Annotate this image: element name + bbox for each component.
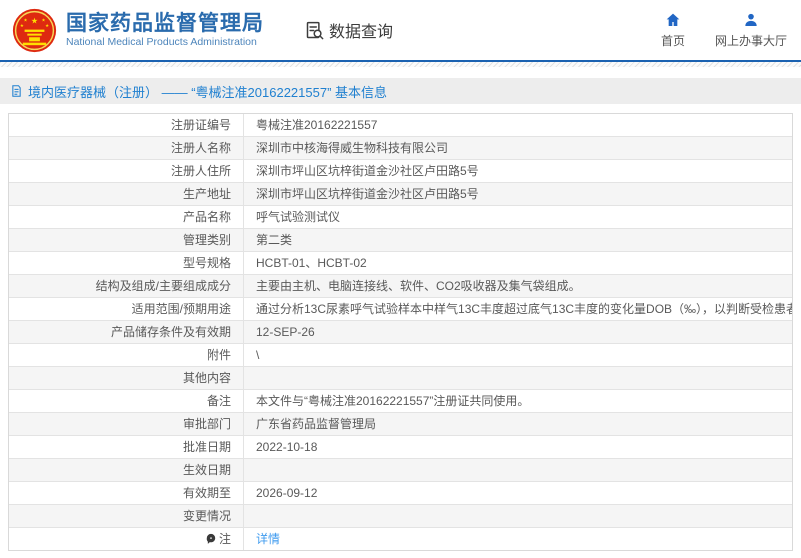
svg-text:★: ★ — [45, 22, 49, 27]
row-label: 注册人名称 — [9, 137, 244, 159]
row-label: 批准日期 — [9, 436, 244, 458]
row-value: 12-SEP-26 — [256, 325, 315, 339]
table-row: 附件 \ — [9, 343, 792, 366]
row-value: 2026-09-12 — [256, 486, 318, 500]
table-row: 适用范围/预期用途 通过分析13C尿素呼气试验样本中样气13C丰度超过底气13C丰… — [9, 297, 792, 320]
table-row: 产品名称 呼气试验测试仪 — [9, 205, 792, 228]
row-label: 适用范围/预期用途 — [9, 298, 244, 320]
table-row: 注册证编号 粤械注准20162221557 — [9, 114, 792, 136]
svg-text:★: ★ — [41, 17, 45, 22]
row-label: 产品储存条件及有效期 — [9, 321, 244, 343]
site-subtitle: National Medical Products Administration — [66, 36, 257, 48]
row-value: HCBT-01、HCBT-02 — [256, 256, 367, 270]
row-value: 呼气试验测试仪 — [256, 210, 341, 224]
row-label: 审批部门 — [9, 413, 244, 435]
row-value — [244, 367, 792, 389]
row-label: 有效期至 — [9, 482, 244, 504]
table-row: 结构及组成/主要组成成分 主要由主机、电脑连接线、软件、CO2吸收器及集气袋组成。 — [9, 274, 792, 297]
page-title: 境内医疗器械（注册） —— “粤械注准20162221557” 基本信息 — [28, 84, 388, 100]
nav-online-hall-label: 网上办事大厅 — [714, 33, 787, 48]
person-icon — [745, 13, 757, 26]
row-value: 主要由主机、电脑连接线、软件、CO2吸收器及集气袋组成。 — [256, 279, 581, 293]
nav-home[interactable]: 首页 — [661, 12, 685, 49]
row-label: 变更情况 — [9, 505, 244, 527]
row-value: 第二类 — [256, 233, 293, 247]
table-row: 变更情况 — [9, 504, 792, 527]
row-label: 型号规格 — [9, 252, 244, 274]
row-value: 通过分析13C尿素呼气试验样本中样气13C丰度超过底气13C丰度的变化量DOB（… — [256, 302, 792, 316]
svg-text:★: ★ — [20, 22, 24, 27]
data-query-icon — [306, 21, 324, 39]
table-row: 其他内容 — [9, 366, 792, 389]
table-row: 有效期至 2026-09-12 — [9, 481, 792, 504]
site-title: 国家药品监督管理局 — [66, 12, 264, 35]
row-label: 附件 — [9, 344, 244, 366]
row-label: 注册证编号 — [9, 114, 244, 136]
home-icon — [666, 13, 680, 26]
row-label: 生效日期 — [9, 459, 244, 481]
svg-text:★: ★ — [31, 16, 38, 25]
row-value: 深圳市坪山区坑梓街道金沙社区卢田路5号 — [256, 164, 479, 178]
row-value: 粤械注准20162221557 — [256, 118, 378, 132]
breadcrumb-bar: 境内医疗器械（注册） —— “粤械注准20162221557” 基本信息 — [0, 78, 801, 104]
row-value — [244, 459, 792, 481]
row-value: 本文件与“粤械注准20162221557”注册证共同使用。 — [256, 394, 530, 408]
data-query-label: 数据查询 — [329, 24, 394, 41]
data-query-section[interactable]: 数据查询 — [304, 18, 393, 42]
nav-online-hall[interactable]: 网上办事大厅 — [715, 12, 787, 49]
brand-text: 国家药品监督管理局 National Medical Products Admi… — [66, 11, 264, 49]
divider-stripe — [0, 62, 801, 67]
note-balloon-icon — [206, 533, 216, 544]
table-row: 注册人住所 深圳市坪山区坑梓街道金沙社区卢田路5号 — [9, 159, 792, 182]
svg-text:★: ★ — [23, 17, 27, 22]
nav-home-label: 首页 — [660, 33, 685, 48]
details-link[interactable]: 详情 — [256, 532, 280, 546]
table-row: 生产地址 深圳市坪山区坑梓街道金沙社区卢田路5号 — [9, 182, 792, 205]
header: ★ ★ ★ ★ ★ 国家药品监督管理局 National Medical Pro… — [0, 0, 801, 62]
table-row: 备注 本文件与“粤械注准20162221557”注册证共同使用。 — [9, 389, 792, 412]
table-row: 批准日期 2022-10-18 — [9, 435, 792, 458]
row-label: 备注 — [9, 390, 244, 412]
row-value: 深圳市坪山区坑梓街道金沙社区卢田路5号 — [256, 187, 479, 201]
table-row: 管理类别 第二类 — [9, 228, 792, 251]
table-row: 生效日期 — [9, 458, 792, 481]
header-nav: 首页 网上办事大厅 — [661, 12, 787, 49]
row-value: 深圳市中核海得威生物科技有限公司 — [256, 141, 449, 155]
site-logo[interactable]: ★ ★ ★ ★ ★ 国家药品监督管理局 National Medical Pro… — [12, 8, 264, 53]
table-row: 注册人名称 深圳市中核海得威生物科技有限公司 — [9, 136, 792, 159]
row-value — [244, 505, 792, 527]
row-label: 管理类别 — [9, 229, 244, 251]
row-value: 2022-10-18 — [256, 440, 318, 454]
row-label: 生产地址 — [9, 183, 244, 205]
row-label: 其他内容 — [9, 367, 244, 389]
row-label: 注册人住所 — [9, 160, 244, 182]
info-table: 注册证编号 粤械注准20162221557 注册人名称 深圳市中核海得威生物科技有限公… — [8, 113, 793, 551]
row-label: 产品名称 — [9, 206, 244, 228]
table-row: 注详情 — [9, 527, 792, 550]
row-label: 注 — [9, 528, 244, 550]
table-row: 产品储存条件及有效期 12-SEP-26 — [9, 320, 792, 343]
table-row: 审批部门 广东省药品监督管理局 — [9, 412, 792, 435]
row-label: 结构及组成/主要组成成分 — [9, 275, 244, 297]
row-value: 广东省药品监督管理局 — [256, 417, 377, 431]
row-value: 详情 — [244, 528, 792, 550]
document-icon — [12, 85, 21, 97]
national-emblem-icon: ★ ★ ★ ★ ★ — [12, 8, 57, 52]
row-value: \ — [256, 348, 260, 362]
table-row: 型号规格 HCBT-01、HCBT-02 — [9, 251, 792, 274]
